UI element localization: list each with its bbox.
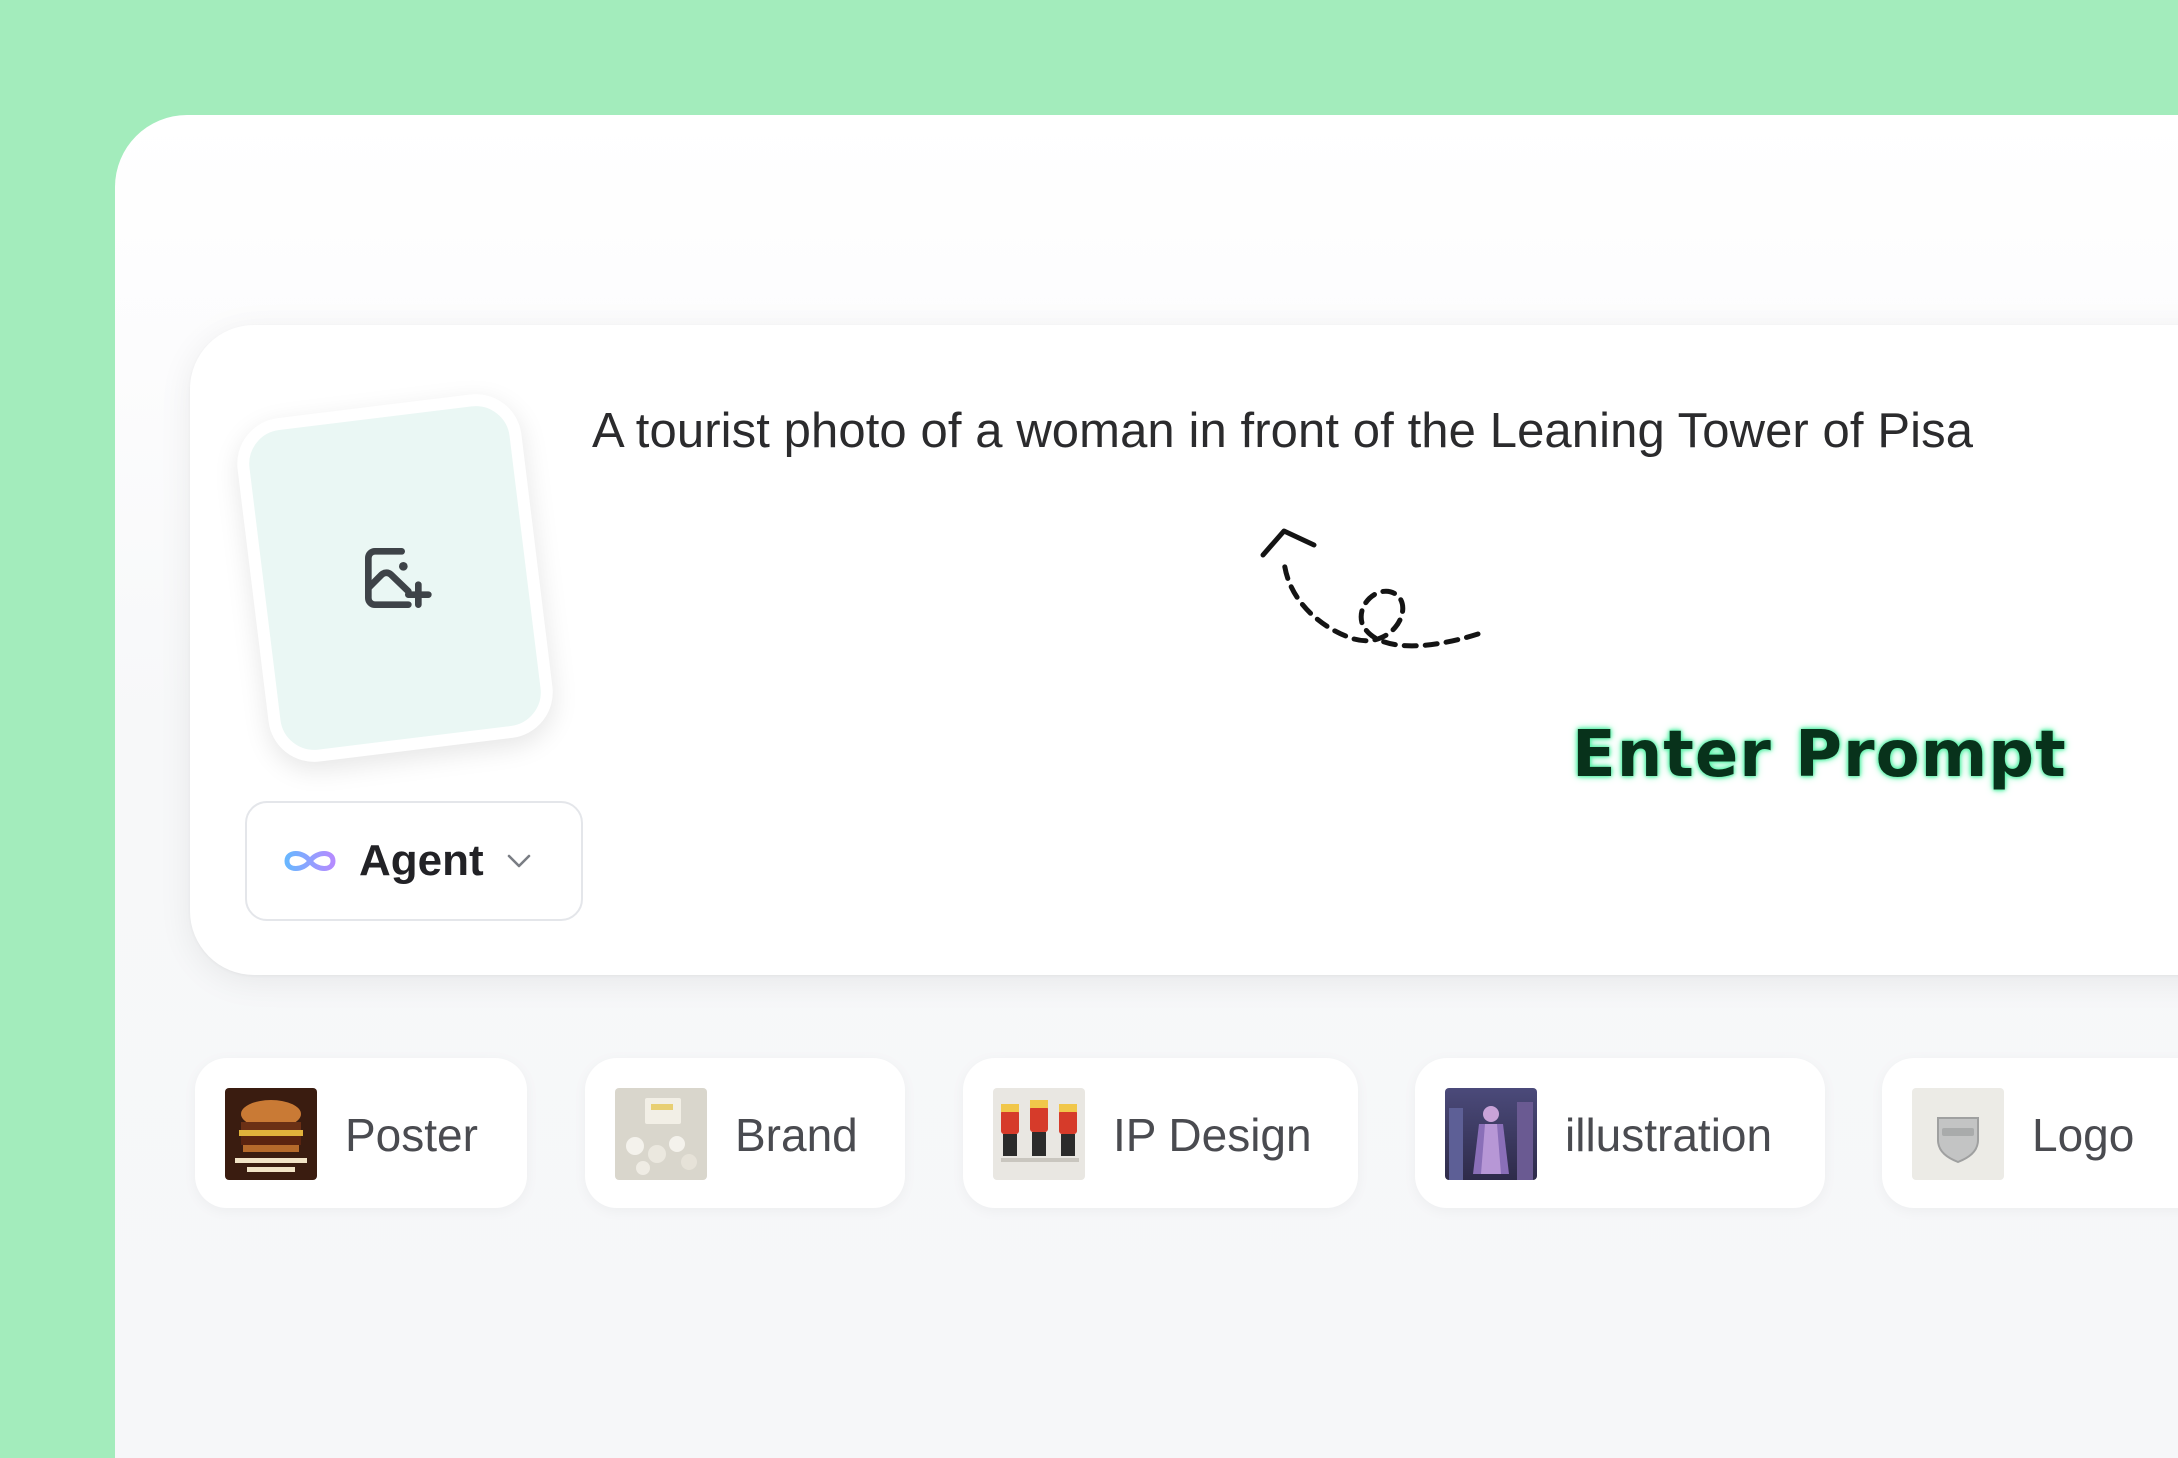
chip-ip-design[interactable]: IP Design xyxy=(963,1058,1358,1208)
chip-poster[interactable]: Poster xyxy=(195,1058,527,1208)
chip-illustration[interactable]: illustration xyxy=(1415,1058,1825,1208)
chevron-down-icon xyxy=(507,854,530,868)
prompt-card: A tourist photo of a woman in front of t… xyxy=(190,325,2178,975)
chip-brand[interactable]: Brand xyxy=(585,1058,905,1208)
app-panel: A tourist photo of a woman in front of t… xyxy=(115,115,2178,1458)
burger-poster-thumbnail xyxy=(225,1088,317,1180)
infinity-icon xyxy=(284,851,336,871)
chip-label: IP Design xyxy=(1113,1109,1312,1161)
chip-label: Brand xyxy=(735,1109,858,1161)
chip-label: illustration xyxy=(1565,1109,1773,1161)
enter-prompt-hint: Enter Prompt xyxy=(1572,718,2067,792)
chip-label: Poster xyxy=(345,1109,478,1161)
image-add-icon xyxy=(365,548,432,608)
logo-badge-thumbnail xyxy=(1912,1088,2004,1180)
image-upload-button[interactable] xyxy=(231,388,559,768)
illustration-thumbnail xyxy=(1445,1088,1537,1180)
brand-mockup-thumbnail xyxy=(615,1088,707,1180)
characters-thumbnail xyxy=(993,1088,1085,1180)
dashed-curved-arrow-icon xyxy=(1260,528,1481,649)
prompt-input[interactable]: A tourist photo of a woman in front of t… xyxy=(592,403,2178,459)
agent-mode-dropdown[interactable]: Agent xyxy=(245,801,583,921)
chip-logo[interactable]: Logo xyxy=(1882,1058,2178,1208)
agent-label: Agent xyxy=(359,836,484,885)
chip-label: Logo xyxy=(2032,1109,2135,1161)
